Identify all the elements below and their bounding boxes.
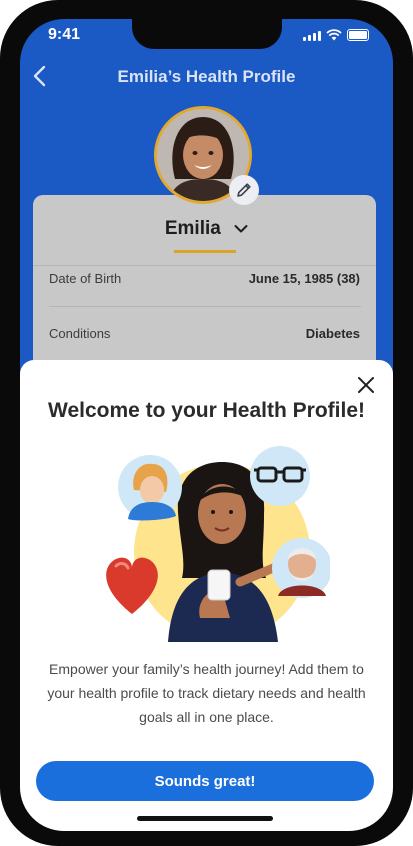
- volume-down-button: [0, 282, 2, 338]
- sounds-great-button[interactable]: Sounds great!: [36, 761, 374, 801]
- page-title: Emilia’s Health Profile: [117, 67, 296, 86]
- dob-label: Date of Birth: [49, 271, 122, 286]
- modal-body-text: Empower your family’s health journey! Ad…: [47, 661, 366, 725]
- notch: [132, 19, 282, 49]
- signal-icon: [303, 30, 321, 41]
- close-icon[interactable]: [357, 376, 375, 394]
- profile-switcher[interactable]: Emilia: [20, 218, 393, 240]
- battery-icon: [347, 29, 369, 41]
- home-indicator: [137, 816, 273, 821]
- app-screen: 9:41 Emilia’s Health Profile Emilia Date…: [20, 19, 393, 831]
- conditions-label: Conditions: [49, 326, 111, 341]
- pencil-icon: [237, 183, 251, 197]
- volume-up-button: [0, 210, 2, 266]
- modal-title: Welcome to your Health Profile!: [48, 399, 365, 422]
- dob-value: June 15, 1985 (38): [248, 271, 360, 286]
- silent-switch: [0, 160, 2, 190]
- divider: [33, 265, 376, 266]
- family-health-illustration: [106, 446, 330, 642]
- edit-avatar-button[interactable]: [229, 175, 259, 205]
- chevron-down-icon: [234, 224, 248, 233]
- status-time: 9:41: [48, 26, 81, 43]
- profile-name: Emilia: [164, 218, 221, 239]
- wifi-icon: [326, 29, 342, 41]
- conditions-value: Diabetes: [305, 326, 360, 341]
- divider: [49, 306, 361, 307]
- status-icons: [303, 29, 369, 41]
- welcome-modal: Welcome to your Health Profile! Empower …: [20, 360, 393, 831]
- selected-profile-indicator: [174, 250, 236, 253]
